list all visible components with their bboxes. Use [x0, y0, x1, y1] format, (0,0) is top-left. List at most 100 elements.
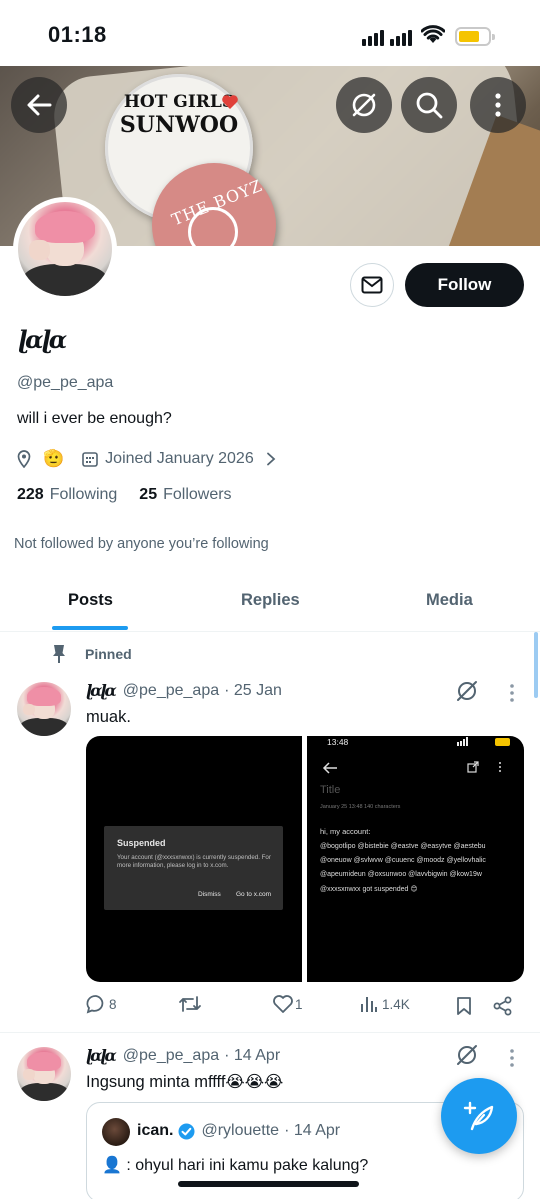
follow-button[interactable]: Follow: [405, 263, 524, 307]
dialog-body: Your account (@xxxsxnwxx) is currently s…: [117, 854, 271, 869]
wifi-icon: [421, 25, 445, 43]
share-icon: [467, 761, 479, 773]
media-note-line: @apeumideun @oxsunwoo @lavvbigwin @kow19…: [320, 871, 482, 878]
post-date[interactable]: · 25 Jan: [224, 682, 282, 700]
quoted-header: ican. @rylouette · 14 Apr: [137, 1122, 340, 1140]
following-count: 228: [17, 486, 44, 503]
post-author-handle[interactable]: @pe_pe_apa: [123, 1047, 219, 1065]
cellular-signal-icon: [362, 30, 412, 46]
media-note-line: hi, my account:: [320, 827, 371, 836]
post-author-name[interactable]: ɭɑɭɑ: [86, 681, 117, 700]
views-icon: [361, 997, 377, 1012]
retweet-button[interactable]: [178, 994, 202, 1014]
quoted-avatar: [102, 1118, 130, 1146]
more-vertical-icon: [495, 93, 501, 117]
search-button[interactable]: [401, 77, 457, 133]
grok-icon[interactable]: [455, 679, 479, 703]
tab-indicator: [52, 626, 128, 630]
tab-media[interactable]: Media: [426, 591, 473, 610]
post-media[interactable]: Suspended Your account (@xxxsxnwxx) is c…: [86, 736, 524, 982]
joined-date: Joined January 2026: [105, 450, 254, 467]
back-arrow-icon: [322, 762, 337, 774]
verified-badge-icon: [178, 1123, 195, 1139]
followers-label: Followers: [163, 486, 232, 503]
post-date[interactable]: · 14 Apr: [224, 1047, 280, 1065]
display-name: ɭɑɭɑ: [18, 325, 67, 354]
quoted-author-name: ican.: [137, 1122, 174, 1139]
dialog-goto: Go to x.com: [236, 891, 272, 898]
like-button[interactable]: 1: [272, 994, 303, 1014]
heart-outline-icon: [273, 995, 293, 1013]
views-button[interactable]: 1.4K: [360, 994, 410, 1014]
post-author-handle[interactable]: @pe_pe_apa: [123, 682, 219, 700]
heart-icon: [222, 95, 238, 109]
more-vertical-icon[interactable]: [508, 1048, 516, 1068]
pin-icon: [53, 645, 65, 663]
followers-count: 25: [139, 486, 158, 503]
dialog-dismiss: Dismiss: [198, 891, 221, 898]
reply-count: 8: [109, 996, 117, 1012]
pinned-label: Pinned: [50, 644, 132, 664]
profile-bio: will i ever be enough?: [17, 410, 172, 427]
search-icon: [416, 92, 443, 119]
chevron-right-icon[interactable]: [266, 452, 276, 466]
suspended-dialog: Suspended Your account (@xxxsxnwxx) is c…: [104, 826, 283, 910]
home-indicator[interactable]: [178, 1181, 359, 1187]
profile-tabs: Posts Replies Media: [0, 572, 540, 632]
more-vertical-icon[interactable]: [508, 683, 516, 703]
quoted-author-handle: @rylouette: [201, 1122, 280, 1139]
post-avatar[interactable]: [17, 1047, 71, 1101]
compose-feather-icon: [463, 1101, 494, 1131]
share-icon[interactable]: [493, 996, 513, 1016]
battery-icon: [455, 27, 495, 46]
pinned-text: Pinned: [85, 646, 132, 662]
media-note-line: @xxxsxnwxx got suspended 😊: [320, 886, 418, 893]
more-vertical-icon: [499, 762, 501, 772]
media-image-2[interactable]: 13:48 Title January 25 13:48 140 charact…: [307, 736, 524, 982]
pin-logo: [188, 207, 238, 246]
reply-button[interactable]: 8: [86, 994, 117, 1014]
media-note-line: @oneuow @svlwvw @cuuenc @moodz @yellovha…: [320, 857, 486, 864]
location-icon: [17, 450, 31, 468]
grok-icon: [352, 93, 376, 117]
views-count: 1.4K: [382, 996, 410, 1012]
post-text: muak.: [86, 708, 131, 726]
post-header: ɭɑɭɑ @pe_pe_apa · 14 Apr: [86, 1046, 280, 1065]
back-button[interactable]: [11, 77, 67, 133]
more-button[interactable]: [470, 77, 526, 133]
reply-icon: [86, 995, 104, 1014]
quoted-text: 👤 : ohyul hari ini kamu pake kalung?: [102, 1157, 369, 1174]
quoted-date: · 14 Apr: [284, 1122, 341, 1139]
tab-replies[interactable]: Replies: [241, 591, 300, 610]
pin-text-2: SUNWOO: [119, 112, 239, 138]
grok-button[interactable]: [336, 77, 392, 133]
envelope-icon: [361, 276, 383, 294]
message-button[interactable]: [350, 263, 394, 307]
compose-button[interactable]: [441, 1078, 517, 1154]
like-count: 1: [295, 996, 303, 1012]
grok-icon[interactable]: [455, 1043, 479, 1067]
post-author-name[interactable]: ɭɑɭɑ: [86, 1046, 117, 1065]
calendar-icon: [82, 452, 98, 467]
profile-avatar[interactable]: [13, 197, 117, 301]
bookmark-icon[interactable]: [456, 996, 472, 1016]
media-note-title: Title: [320, 784, 341, 796]
post-divider: [0, 1032, 540, 1033]
status-time: 01:18: [48, 22, 107, 47]
media-time: 13:48: [327, 737, 349, 747]
media-image-1[interactable]: Suspended Your account (@xxxsxnwxx) is c…: [86, 736, 302, 982]
post-text: Ingsung minta mffff😭😭😭: [86, 1073, 284, 1091]
retweet-icon: [179, 996, 201, 1012]
avatar-image: [18, 202, 112, 296]
dialog-title: Suspended: [117, 838, 166, 848]
post-avatar[interactable]: [17, 682, 71, 736]
location-emoji: 🫡: [43, 449, 65, 468]
status-bar: 01:18: [0, 0, 540, 66]
followers-link[interactable]: 25 Followers: [139, 486, 231, 504]
following-link[interactable]: 228 Following: [17, 486, 117, 504]
following-label: Following: [49, 486, 118, 503]
tab-posts[interactable]: Posts: [68, 591, 113, 610]
scrollbar[interactable]: [534, 632, 538, 698]
media-note-meta: January 25 13:48 140 characters: [320, 804, 401, 810]
profile-meta: 🫡 Joined January 2026: [17, 447, 276, 471]
